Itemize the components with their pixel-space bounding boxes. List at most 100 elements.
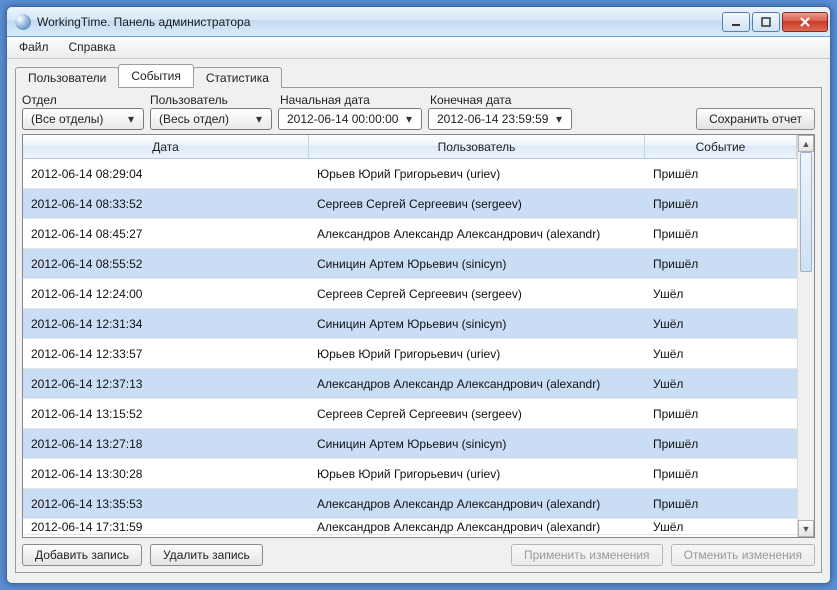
- cell-event: Ушёл: [645, 317, 797, 331]
- tabs: Пользователи События Статистика: [15, 65, 822, 87]
- scroll-track[interactable]: [798, 152, 814, 520]
- cell-date: 2012-06-14 08:33:52: [23, 197, 309, 211]
- department-value: (Все отделы): [31, 112, 103, 126]
- cell-date: 2012-06-14 13:35:53: [23, 497, 309, 511]
- app-icon: [15, 14, 31, 30]
- cell-user: Синицин Артем Юрьевич (sinicyn): [309, 437, 645, 451]
- cell-event: Пришёл: [645, 197, 797, 211]
- table-row[interactable]: 2012-06-14 12:31:34Синицин Артем Юрьевич…: [23, 309, 797, 339]
- cell-user: Синицин Артем Юрьевич (sinicyn): [309, 257, 645, 271]
- maximize-button[interactable]: [752, 12, 780, 32]
- cell-event: Пришёл: [645, 167, 797, 181]
- table-row[interactable]: 2012-06-14 12:24:00Сергеев Сергей Сергее…: [23, 279, 797, 309]
- cell-user: Сергеев Сергей Сергеевич (sergeev): [309, 287, 645, 301]
- apply-changes-button[interactable]: Применить изменения: [511, 544, 663, 566]
- menu-file[interactable]: Файл: [9, 37, 59, 58]
- cell-user: Александров Александр Александрович (ale…: [309, 377, 645, 391]
- cell-user: Сергеев Сергей Сергеевич (sergeev): [309, 407, 645, 421]
- menubar: Файл Справка: [7, 37, 830, 59]
- column-header-user[interactable]: Пользователь: [309, 135, 645, 158]
- cell-event: Пришёл: [645, 227, 797, 241]
- scroll-down-icon[interactable]: ▼: [798, 520, 814, 537]
- cell-event: Пришёл: [645, 407, 797, 421]
- cell-event: Ушёл: [645, 377, 797, 391]
- table-row[interactable]: 2012-06-14 17:31:59Александров Александр…: [23, 519, 797, 535]
- cell-date: 2012-06-14 12:24:00: [23, 287, 309, 301]
- vertical-scrollbar[interactable]: ▲ ▼: [797, 135, 814, 537]
- department-combo[interactable]: (Все отделы) ▾: [22, 108, 144, 130]
- cancel-changes-button[interactable]: Отменить изменения: [671, 544, 815, 566]
- cell-date: 2012-06-14 08:45:27: [23, 227, 309, 241]
- bottom-actions: Добавить запись Удалить запись Применить…: [22, 544, 815, 566]
- filter-labels: Отдел Пользователь Начальная дата Конечн…: [22, 93, 815, 107]
- cell-user: Александров Александр Александрович (ale…: [309, 227, 645, 241]
- main-window: WorkingTime. Панель администратора Файл …: [6, 6, 831, 584]
- chevron-down-icon: ▾: [551, 112, 567, 126]
- start-date-picker[interactable]: 2012-06-14 00:00:00 ▾: [278, 108, 422, 130]
- chevron-down-icon: ▾: [251, 112, 267, 126]
- maximize-icon: [761, 17, 771, 27]
- cell-date: 2012-06-14 17:31:59: [23, 520, 309, 534]
- cell-event: Пришёл: [645, 467, 797, 481]
- menu-help[interactable]: Справка: [59, 37, 126, 58]
- start-date-value: 2012-06-14 00:00:00: [287, 112, 398, 126]
- window-title: WorkingTime. Панель администратора: [37, 15, 722, 29]
- scroll-up-icon[interactable]: ▲: [798, 135, 814, 152]
- titlebar[interactable]: WorkingTime. Панель администратора: [7, 7, 830, 37]
- table-row[interactable]: 2012-06-14 08:33:52Сергеев Сергей Сергее…: [23, 189, 797, 219]
- user-value: (Весь отдел): [159, 112, 229, 126]
- minimize-button[interactable]: [722, 12, 750, 32]
- cell-user: Александров Александр Александрович (ale…: [309, 520, 645, 534]
- chevron-down-icon: ▾: [401, 112, 417, 126]
- tab-events[interactable]: События: [118, 64, 194, 87]
- cell-event: Ушёл: [645, 347, 797, 361]
- end-date-value: 2012-06-14 23:59:59: [437, 112, 548, 126]
- tab-stats[interactable]: Статистика: [193, 67, 282, 88]
- table-row[interactable]: 2012-06-14 13:30:28Юрьев Юрий Григорьеви…: [23, 459, 797, 489]
- filter-controls: (Все отделы) ▾ (Весь отдел) ▾ 2012-06-14…: [22, 108, 815, 130]
- user-combo[interactable]: (Весь отдел) ▾: [150, 108, 272, 130]
- cell-date: 2012-06-14 13:15:52: [23, 407, 309, 421]
- window-controls: [722, 12, 828, 32]
- tab-users[interactable]: Пользователи: [15, 67, 119, 88]
- cell-date: 2012-06-14 12:33:57: [23, 347, 309, 361]
- cell-date: 2012-06-14 08:29:04: [23, 167, 309, 181]
- label-user: Пользователь: [150, 93, 280, 107]
- column-header-date[interactable]: Дата: [23, 135, 309, 158]
- table-row[interactable]: 2012-06-14 13:27:18Синицин Артем Юрьевич…: [23, 429, 797, 459]
- cell-date: 2012-06-14 12:37:13: [23, 377, 309, 391]
- grid-header: Дата Пользователь Событие: [23, 135, 797, 159]
- cell-event: Пришёл: [645, 497, 797, 511]
- add-record-button[interactable]: Добавить запись: [22, 544, 142, 566]
- close-button[interactable]: [782, 12, 828, 32]
- cell-event: Ушёл: [645, 287, 797, 301]
- column-header-event[interactable]: Событие: [645, 135, 797, 158]
- table-row[interactable]: 2012-06-14 08:29:04Юрьев Юрий Григорьеви…: [23, 159, 797, 189]
- label-end-date: Конечная дата: [430, 93, 815, 107]
- save-report-button[interactable]: Сохранить отчет: [696, 108, 815, 130]
- scroll-thumb[interactable]: [800, 152, 812, 272]
- cell-user: Александров Александр Александрович (ale…: [309, 497, 645, 511]
- delete-record-button[interactable]: Удалить запись: [150, 544, 263, 566]
- client-area: Пользователи События Статистика Отдел По…: [7, 59, 830, 583]
- table-row[interactable]: 2012-06-14 13:35:53Александров Александр…: [23, 489, 797, 519]
- cell-date: 2012-06-14 13:27:18: [23, 437, 309, 451]
- cell-user: Юрьев Юрий Григорьевич (uriev): [309, 347, 645, 361]
- cell-date: 2012-06-14 08:55:52: [23, 257, 309, 271]
- cell-event: Ушёл: [645, 520, 797, 534]
- end-date-picker[interactable]: 2012-06-14 23:59:59 ▾: [428, 108, 572, 130]
- minimize-icon: [731, 17, 741, 27]
- cell-date: 2012-06-14 13:30:28: [23, 467, 309, 481]
- events-grid: Дата Пользователь Событие 2012-06-14 08:…: [22, 134, 815, 538]
- close-icon: [800, 17, 810, 27]
- cell-date: 2012-06-14 12:31:34: [23, 317, 309, 331]
- grid-body[interactable]: 2012-06-14 08:29:04 Юрьев Юрий Григорьеви…: [23, 159, 797, 537]
- cell-user: Синицин Артем Юрьевич (sinicyn): [309, 317, 645, 331]
- table-row[interactable]: 2012-06-14 08:45:27Александров Александр…: [23, 219, 797, 249]
- table-row[interactable]: 2012-06-14 12:37:13Александров Александр…: [23, 369, 797, 399]
- cell-event: Пришёл: [645, 437, 797, 451]
- table-row[interactable]: 2012-06-14 13:15:52Сергеев Сергей Сергее…: [23, 399, 797, 429]
- table-row[interactable]: 2012-06-14 08:55:52Синицин Артем Юрьевич…: [23, 249, 797, 279]
- cell-user: Юрьев Юрий Григорьевич (uriev): [309, 467, 645, 481]
- table-row[interactable]: 2012-06-14 12:33:57Юрьев Юрий Григорьеви…: [23, 339, 797, 369]
